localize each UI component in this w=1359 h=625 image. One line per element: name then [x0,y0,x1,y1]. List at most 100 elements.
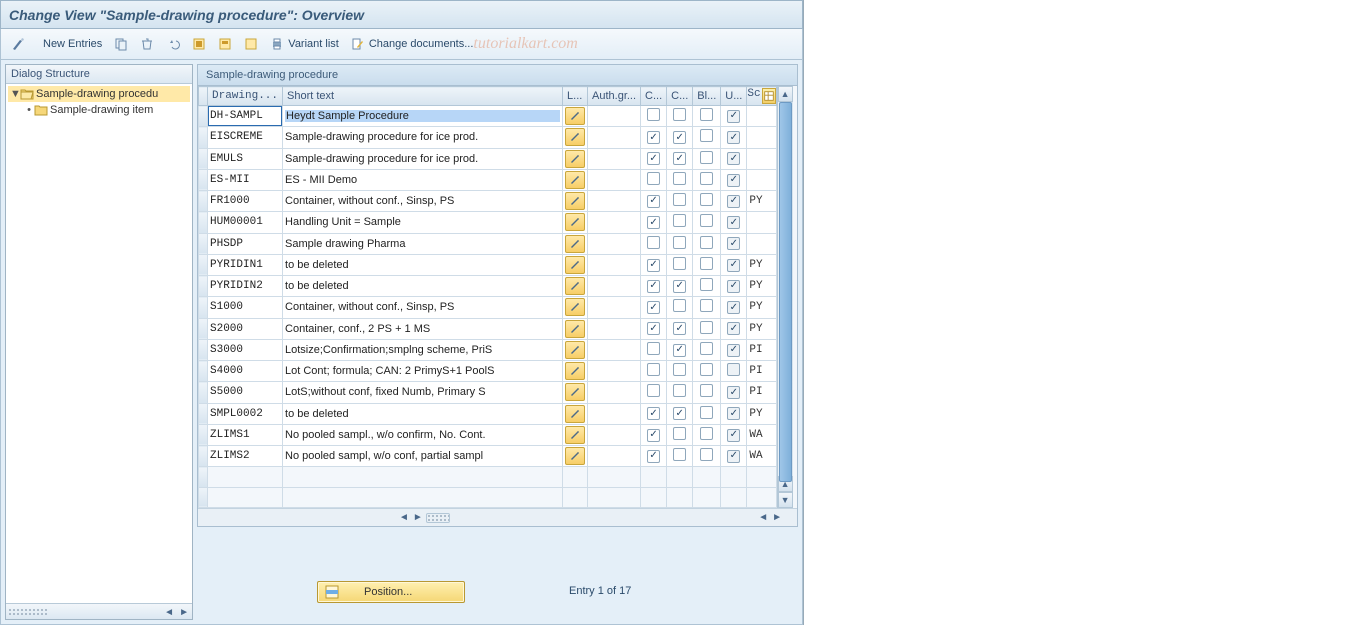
row-selector[interactable] [199,212,208,233]
cell-u[interactable] [721,424,747,445]
checkbox[interactable] [673,257,686,270]
edit-text-button[interactable] [565,128,585,146]
cell-bl[interactable] [693,127,721,148]
checkbox[interactable] [700,172,713,185]
cell-u[interactable] [721,318,747,339]
cell-sc[interactable]: PY [747,276,776,297]
cell-sc[interactable]: PY [747,403,776,424]
cell-short-text[interactable]: Lot Cont; formula; CAN: 2 PrimyS+1 PoolS [283,361,563,382]
checkbox[interactable] [727,322,740,335]
cell-sc[interactable]: PI [747,339,776,360]
cell-u[interactable] [721,233,747,254]
table-row[interactable]: HUM00001Handling Unit = Sample [199,212,777,233]
cell-bl[interactable] [693,254,721,275]
cell-drawing[interactable]: PYRIDIN2 [208,276,283,297]
cell-short-text[interactable]: to be deleted [283,276,563,297]
cell-drawing[interactable]: SMPL0002 [208,403,283,424]
cell-short-text[interactable]: No pooled sampl., w/o confirm, No. Cont. [283,424,563,445]
cell-drawing[interactable]: FR1000 [208,191,283,212]
cell-drawing[interactable]: S1000 [208,297,283,318]
cell-auth[interactable] [588,106,641,127]
cell-short-text[interactable]: Container, conf., 2 PS + 1 MS [283,318,563,339]
cell-auth[interactable] [588,403,641,424]
checkbox[interactable] [727,216,740,229]
row-selector[interactable] [199,191,208,212]
cell-bl[interactable] [693,382,721,403]
row-selector[interactable] [199,361,208,382]
cell-bl[interactable] [693,276,721,297]
cell-lang[interactable] [563,254,588,275]
cell-u[interactable] [721,191,747,212]
cell-lang[interactable] [563,148,588,169]
print-variant-button[interactable]: Variant list [266,33,343,55]
dialog-structure-tree[interactable]: ▼Sample-drawing procedu•Sample-drawing i… [6,84,192,603]
checkbox[interactable] [673,344,686,357]
cell-c1[interactable] [641,148,667,169]
edit-text-button[interactable] [565,171,585,189]
checkbox[interactable] [700,342,713,355]
tree-item[interactable]: ▼Sample-drawing procedu [8,86,190,102]
checkbox[interactable] [727,259,740,272]
edit-text-button[interactable] [565,256,585,274]
table-row[interactable]: ZLIMS2No pooled sampl, w/o conf, partial… [199,446,777,467]
cell-lang[interactable] [563,424,588,445]
col-c1[interactable]: C... [641,87,667,106]
cell-lang[interactable] [563,318,588,339]
checkbox[interactable] [700,236,713,249]
cell-c1[interactable] [641,127,667,148]
cell-sc[interactable] [747,106,776,127]
checkbox[interactable] [727,407,740,420]
cell-sc[interactable] [747,233,776,254]
cell-u[interactable] [721,297,747,318]
cell-short-text[interactable]: to be deleted [283,403,563,424]
checkbox[interactable] [700,193,713,206]
table-row[interactable]: S4000Lot Cont; formula; CAN: 2 PrimyS+1 … [199,361,777,382]
cell-drawing[interactable]: EISCREME [208,127,283,148]
cell-c2[interactable] [667,297,693,318]
row-selector[interactable] [199,424,208,445]
checkbox[interactable] [647,172,660,185]
expand-icon[interactable]: ▼ [10,88,20,100]
col-lang[interactable]: L... [563,87,588,106]
cell-u[interactable] [721,106,747,127]
cell-auth[interactable] [588,382,641,403]
row-selector[interactable] [199,318,208,339]
cell-c1[interactable] [641,403,667,424]
cell-lang[interactable] [563,191,588,212]
cell-lang[interactable] [563,361,588,382]
cell-bl[interactable] [693,361,721,382]
cell-auth[interactable] [588,318,641,339]
delete-button[interactable] [136,33,158,55]
checkbox[interactable] [700,321,713,334]
row-selector[interactable] [199,382,208,403]
checkbox[interactable] [647,450,660,463]
cell-c2[interactable] [667,254,693,275]
table-row[interactable]: EISCREMESample-drawing procedure for ice… [199,127,777,148]
cell-c2[interactable] [667,233,693,254]
checkbox[interactable] [647,216,660,229]
table-row[interactable]: PHSDPSample drawing Pharma [199,233,777,254]
cell-bl[interactable] [693,318,721,339]
table-row[interactable]: S2000Container, conf., 2 PS + 1 MSPY [199,318,777,339]
deselect-all-button[interactable] [240,33,262,55]
cell-c2[interactable] [667,403,693,424]
cell-bl[interactable] [693,339,721,360]
cell-drawing[interactable]: S2000 [208,318,283,339]
hscroll-handle-icon[interactable] [426,513,450,523]
cell-drawing[interactable]: ZLIMS1 [208,424,283,445]
cell-c1[interactable] [641,254,667,275]
checkbox[interactable] [673,448,686,461]
table-row[interactable]: EMULSSample-drawing procedure for ice pr… [199,148,777,169]
cell-auth[interactable] [588,297,641,318]
cell-c1[interactable] [641,233,667,254]
cell-c1[interactable] [641,191,667,212]
cell-u[interactable] [721,446,747,467]
scroll-right-icon[interactable]: ► [178,607,190,618]
cell-u[interactable] [721,403,747,424]
checkbox[interactable] [647,429,660,442]
cell-c1[interactable] [641,424,667,445]
cell-bl[interactable] [693,169,721,190]
checkbox[interactable] [673,363,686,376]
cell-c2[interactable] [667,318,693,339]
drag-handle-icon[interactable] [8,608,48,616]
